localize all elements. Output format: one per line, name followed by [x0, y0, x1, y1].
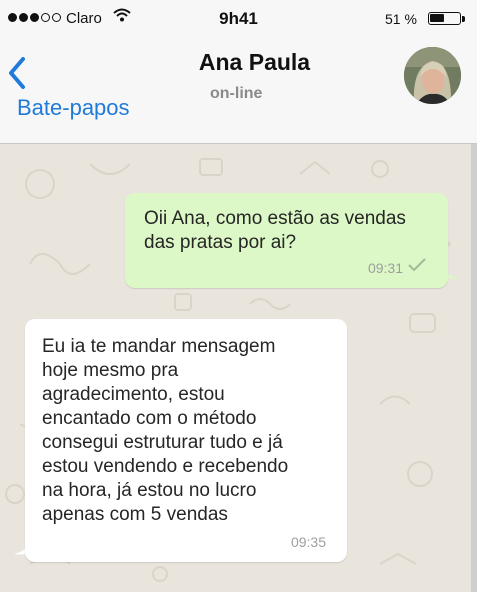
status-bar: Claro 9h41 51 %: [0, 0, 477, 38]
message-time: 09:35: [290, 534, 326, 550]
message-text: Oii Ana, como estão as vendas das pratas…: [144, 208, 406, 253]
avatar[interactable]: [404, 47, 461, 104]
battery-icon: [428, 12, 461, 25]
battery-percentage: 51 %: [385, 11, 417, 27]
battery-tip: [462, 16, 465, 22]
message-text: Eu ia te mandar mensagem hoje mesmo pra …: [42, 336, 289, 525]
chat-area[interactable]: Oii Ana, como estão as vendas das pratas…: [0, 144, 477, 592]
battery-level-fill: [430, 14, 444, 22]
message-outgoing[interactable]: Oii Ana, como estão as vendas das pratas…: [125, 193, 448, 288]
scrollbar[interactable]: [471, 144, 477, 592]
contact-status: on-line: [210, 85, 263, 102]
back-button[interactable]: Bate-papos: [17, 95, 130, 121]
message-incoming[interactable]: Eu ia te mandar mensagem hoje mesmo pra …: [25, 319, 347, 562]
message-time: 09:31: [367, 260, 403, 276]
chat-header: Bate-papos Ana Paula on-line: [0, 38, 477, 144]
check-icon: [408, 254, 426, 278]
